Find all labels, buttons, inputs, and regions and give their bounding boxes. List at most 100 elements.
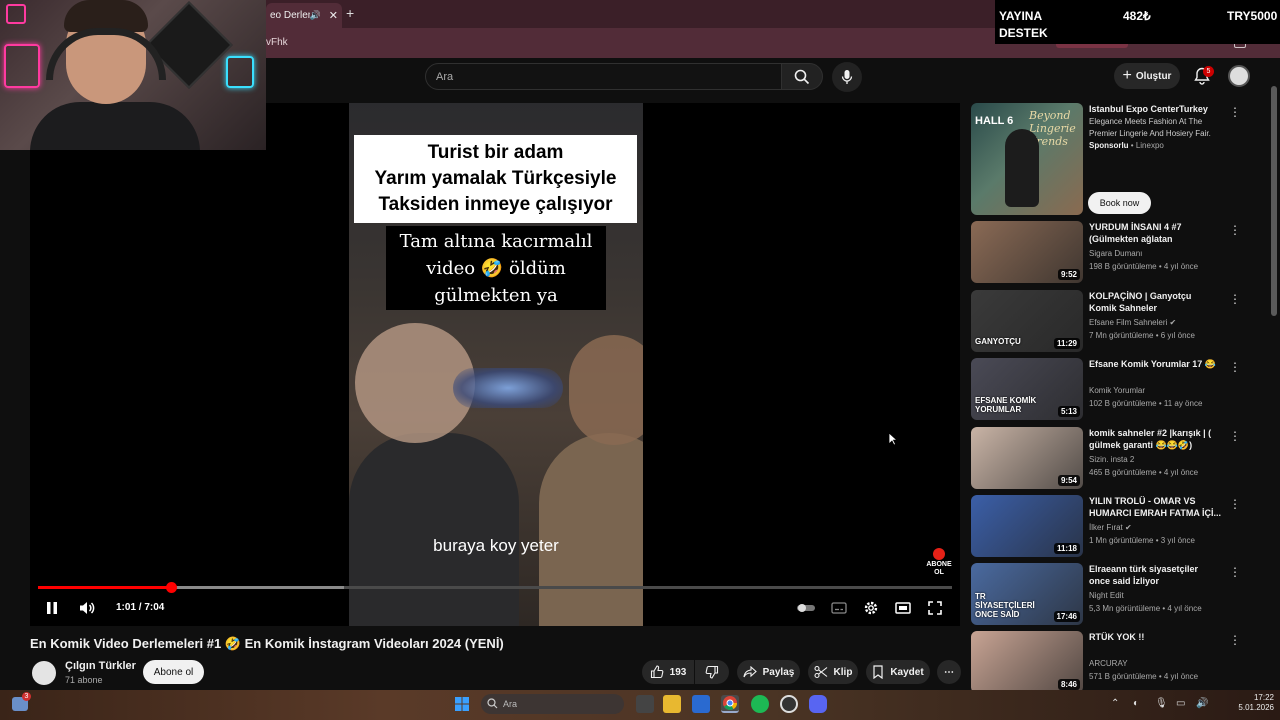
video-menu-icon[interactable]: ⋮: [1229, 292, 1241, 306]
task-view-icon[interactable]: [636, 695, 654, 713]
new-tab-button[interactable]: +: [346, 5, 354, 21]
video-thumbnail[interactable]: 9:52: [971, 221, 1083, 283]
autoplay-toggle-icon: [797, 604, 815, 612]
volume-button[interactable]: [77, 598, 97, 618]
video-menu-icon[interactable]: ⋮: [1229, 223, 1241, 237]
recommended-video-title[interactable]: YURDUM İNSANI 4 #7 (Gülmekten ağlatan İn…: [1089, 221, 1221, 246]
caption-line: gülmekten ya: [434, 285, 558, 306]
streamer-body: [30, 102, 200, 150]
ad-title[interactable]: Istanbul Expo CenterTurkey: [1089, 103, 1221, 115]
video-thumbnail[interactable]: GANYOTÇU 11:29: [971, 290, 1083, 352]
ad-thumbnail[interactable]: HALL 6 Beyond Lingerie Trends: [971, 103, 1083, 215]
scrollbar-thumb[interactable]: [1271, 86, 1277, 316]
video-title: En Komik Video Derlemeleri #1 🤣 En Komik…: [30, 636, 504, 651]
video-thumbnail[interactable]: EFSANE KOMİK YORUMLAR 5:13: [971, 358, 1083, 420]
video-menu-icon[interactable]: ⋮: [1229, 360, 1241, 374]
caption-line: Yarım yamalak Türkçesiyle: [374, 168, 617, 189]
recommended-video[interactable]: 9:54 komik sahneler #2 |karışık | ( gülme…: [971, 427, 1251, 491]
subscribe-button[interactable]: Abone ol: [143, 660, 204, 684]
verified-check-icon: ✔: [1167, 318, 1177, 327]
recommended-video-title[interactable]: komik sahneler #2 |karışık | ( gülmek ga…: [1089, 427, 1221, 451]
recommended-video-meta: 102 B görüntüleme • 11 ay önce: [1089, 399, 1203, 408]
recommended-channel[interactable]: ARCURAY: [1089, 659, 1221, 668]
url-fragment[interactable]: vFhk: [266, 37, 288, 48]
video-thumbnail[interactable]: TR SİYASETÇİLERİ ONCE SAİD 17:46: [971, 563, 1083, 625]
settings-button[interactable]: [861, 598, 881, 618]
ad-model-figure: [1005, 129, 1039, 207]
like-count: 193: [669, 666, 687, 678]
start-button[interactable]: [454, 696, 472, 712]
steam-icon[interactable]: [780, 695, 798, 713]
recommended-video[interactable]: TR SİYASETÇİLERİ ONCE SAİD 17:46 Elraeann …: [971, 563, 1251, 627]
spotify-icon[interactable]: [751, 695, 769, 713]
ad-menu-icon[interactable]: ⋮: [1229, 105, 1241, 119]
video-thumbnail[interactable]: 8:46: [971, 631, 1083, 693]
save-button[interactable]: Kaydet: [866, 660, 930, 684]
pause-button[interactable]: [42, 598, 62, 618]
recommended-video-title[interactable]: YILIN TROLÜ - OMAR VS HUMARCI EMRAH FATM…: [1089, 495, 1221, 519]
video-menu-icon[interactable]: ⋮: [1229, 565, 1241, 579]
channel-avatar[interactable]: [32, 661, 56, 685]
clip-button[interactable]: Klip: [808, 660, 858, 684]
recommended-channel[interactable]: Sigara Dumanı: [1089, 249, 1221, 258]
recommended-channel[interactable]: İlker Fırat ✔: [1089, 523, 1221, 532]
recommended-video[interactable]: 9:52 YURDUM İNSANI 4 #7 (Gülmekten ağlata…: [971, 221, 1251, 285]
search-button[interactable]: [781, 63, 823, 90]
recommended-video-title[interactable]: KOLPAÇİNO | Ganyotçu Komik Sahneler: [1089, 290, 1221, 314]
ad-thumb-line: Lingerie: [1029, 122, 1076, 135]
recommended-video-title[interactable]: Elraeann türk siyasetçiler once said İzl…: [1089, 563, 1221, 587]
tray-app-icon[interactable]: ◐: [1133, 698, 1139, 709]
fullscreen-button[interactable]: [925, 598, 945, 618]
speaker-tray-icon[interactable]: 🔊: [1196, 698, 1208, 709]
create-button[interactable]: + Oluştur: [1114, 63, 1180, 89]
dislike-button[interactable]: [695, 660, 729, 684]
captions-button[interactable]: [829, 598, 849, 618]
recommended-channel[interactable]: Sizin. insta 2: [1089, 455, 1221, 464]
video-menu-icon[interactable]: ⋮: [1229, 633, 1241, 647]
recommended-video[interactable]: EFSANE KOMİK YORUMLAR 5:13 Efsane Komik Yo…: [971, 358, 1251, 422]
share-label: Paylaş: [762, 666, 795, 678]
voice-search-button[interactable]: [832, 62, 862, 92]
recommended-video-title[interactable]: Efsane Komik Yorumlar 17 😂: [1089, 358, 1221, 370]
account-avatar[interactable]: [1228, 65, 1250, 87]
chrome-logo: [723, 696, 737, 710]
tab-close-icon[interactable]: ✕: [329, 9, 338, 22]
tray-overflow-icon[interactable]: ⌃: [1111, 698, 1119, 709]
headphones-icon: [46, 28, 166, 80]
subscribe-watermark[interactable]: ABONE OL: [925, 548, 953, 576]
video-menu-icon[interactable]: ⋮: [1229, 497, 1241, 511]
browser-tab[interactable]: eo Derlemel 🔊 ✕: [266, 3, 342, 28]
recommended-video[interactable]: GANYOTÇU 11:29 KOLPAÇİNO | Ganyotçu Komik …: [971, 290, 1251, 354]
microphone-tray-icon[interactable]: 🎙: [1155, 698, 1168, 709]
video-thumbnail[interactable]: 11:18: [971, 495, 1083, 557]
taskbar-clock[interactable]: 17:22 5.01.2026: [1228, 693, 1274, 713]
recommended-channel[interactable]: Night Edit: [1089, 591, 1221, 600]
video-thumbnail[interactable]: 9:54: [971, 427, 1083, 489]
file-explorer-icon[interactable]: [663, 695, 681, 713]
recommended-channel[interactable]: Komik Yorumlar: [1089, 386, 1221, 395]
share-button[interactable]: Paylaş: [737, 660, 800, 684]
thumbnail-text: TR SİYASETÇİLERİ ONCE SAİD: [975, 592, 1035, 619]
network-icon[interactable]: ▭: [1176, 698, 1185, 709]
store-icon[interactable]: [692, 695, 710, 713]
subscriber-count: 71 abone: [65, 675, 103, 685]
search-input[interactable]: Ara: [425, 63, 782, 90]
recommended-video[interactable]: 11:18 YILIN TROLÜ - OMAR VS HUMARCI EMRAH…: [971, 495, 1251, 559]
time-display: 1:01 / 7:04: [116, 602, 165, 613]
recommended-video[interactable]: 8:46 RTÜK YOK !! ARCURAY 571 B görüntüleme …: [971, 631, 1251, 695]
video-taxi-light: [453, 368, 563, 408]
recommended-video-title[interactable]: RTÜK YOK !!: [1089, 631, 1221, 643]
more-actions-button[interactable]: ⋯: [937, 660, 961, 684]
theater-mode-button[interactable]: [893, 598, 913, 618]
recommended-channel[interactable]: Efsane Film Sahneleri ✔: [1089, 318, 1221, 327]
like-button[interactable]: 193: [642, 660, 694, 684]
taskbar-search-input[interactable]: Ara: [481, 694, 624, 714]
discord-icon[interactable]: [809, 695, 827, 713]
autoplay-toggle[interactable]: [796, 598, 816, 618]
chrome-icon[interactable]: [721, 695, 739, 713]
progress-scrubber-handle[interactable]: [165, 582, 177, 593]
channel-name[interactable]: Çılgın Türkler: [65, 660, 136, 672]
speaker-icon[interactable]: 🔊: [310, 10, 321, 21]
book-now-button[interactable]: Book now: [1088, 192, 1151, 214]
video-menu-icon[interactable]: ⋮: [1229, 429, 1241, 443]
